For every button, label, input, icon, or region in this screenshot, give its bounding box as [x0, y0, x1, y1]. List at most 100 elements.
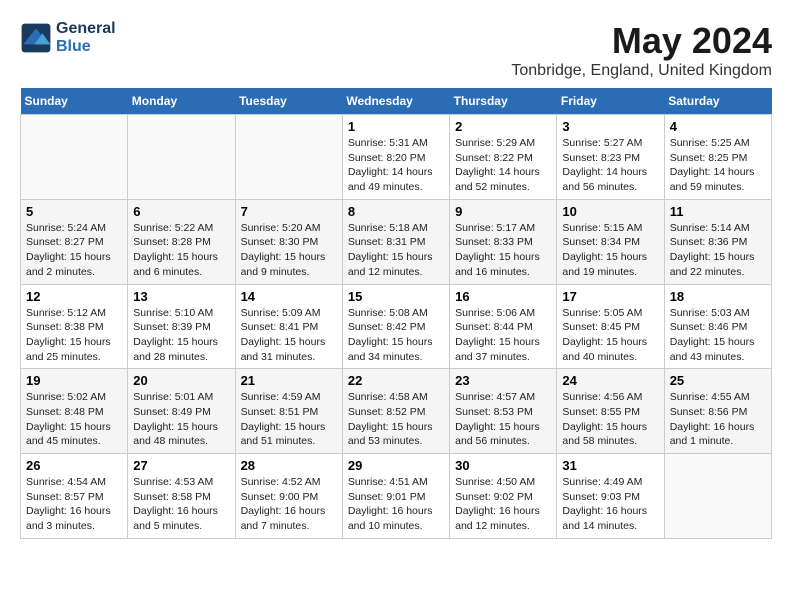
day-cell: 24Sunrise: 4:56 AM Sunset: 8:55 PM Dayli…	[557, 369, 664, 454]
day-number: 28	[241, 458, 337, 473]
day-info: Sunrise: 4:53 AM Sunset: 8:58 PM Dayligh…	[133, 475, 229, 534]
title-section: May 2024 Tonbridge, England, United King…	[511, 20, 772, 80]
day-cell: 1 Sunrise: 5:31 AM Sunset: 8:20 PM Daylig…	[342, 115, 449, 200]
week-row-2: 5Sunrise: 5:24 AM Sunset: 8:27 PM Daylig…	[21, 199, 772, 284]
day-cell: 22 Sunrise: 4:58 AM Sunset: 8:52 PM Dayli…	[342, 369, 449, 454]
day-number: 7	[241, 204, 337, 219]
day-cell: 4 Sunrise: 5:25 AM Sunset: 8:25 PM Daylig…	[664, 115, 771, 200]
day-info: Sunrise: 5:09 AM Sunset: 8:41 PM Dayligh…	[241, 306, 337, 365]
day-number: 25	[670, 373, 766, 388]
day-info: Sunrise: 5:31 AM Sunset: 8:20 PM Dayligh…	[348, 136, 444, 195]
day-cell: 7 Sunrise: 5:20 AM Sunset: 8:30 PM Daylig…	[235, 199, 342, 284]
logo-icon	[20, 22, 52, 54]
day-cell: 10 Sunrise: 5:15 AM Sunset: 8:34 PM Dayli…	[557, 199, 664, 284]
day-info: Sunrise: 4:56 AM Sunset: 8:55 PM Dayligh…	[562, 390, 658, 449]
day-info: Sunrise: 4:50 AM Sunset: 9:02 PM Dayligh…	[455, 475, 551, 534]
day-cell: 13 Sunrise: 5:10 AM Sunset: 8:39 PM Dayli…	[128, 284, 235, 369]
day-info: Sunrise: 4:49 AM Sunset: 9:03 PM Dayligh…	[562, 475, 658, 534]
week-row-5: 26Sunrise: 4:54 AM Sunset: 8:57 PM Dayli…	[21, 454, 772, 539]
day-number: 3	[562, 119, 658, 134]
calendar-table: SundayMondayTuesdayWednesdayThursdayFrid…	[20, 88, 772, 539]
day-info: Sunrise: 5:05 AM Sunset: 8:45 PM Dayligh…	[562, 306, 658, 365]
day-info: Sunrise: 4:52 AM Sunset: 9:00 PM Dayligh…	[241, 475, 337, 534]
day-cell: 30 Sunrise: 4:50 AM Sunset: 9:02 PM Dayli…	[450, 454, 557, 539]
day-info: Sunrise: 5:10 AM Sunset: 8:39 PM Dayligh…	[133, 306, 229, 365]
day-cell: 23Sunrise: 4:57 AM Sunset: 8:53 PM Dayli…	[450, 369, 557, 454]
day-cell: 27Sunrise: 4:53 AM Sunset: 8:58 PM Dayli…	[128, 454, 235, 539]
week-row-4: 19 Sunrise: 5:02 AM Sunset: 8:48 PM Dayli…	[21, 369, 772, 454]
day-info: Sunrise: 5:29 AM Sunset: 8:22 PM Dayligh…	[455, 136, 551, 195]
day-number: 9	[455, 204, 551, 219]
day-cell: 29 Sunrise: 4:51 AM Sunset: 9:01 PM Dayli…	[342, 454, 449, 539]
day-number: 6	[133, 204, 229, 219]
day-header-saturday: Saturday	[664, 88, 771, 115]
day-info: Sunrise: 5:25 AM Sunset: 8:25 PM Dayligh…	[670, 136, 766, 195]
day-number: 30	[455, 458, 551, 473]
day-cell: 25 Sunrise: 4:55 AM Sunset: 8:56 PM Dayli…	[664, 369, 771, 454]
day-info: Sunrise: 4:57 AM Sunset: 8:53 PM Dayligh…	[455, 390, 551, 449]
day-cell: 3 Sunrise: 5:27 AM Sunset: 8:23 PM Daylig…	[557, 115, 664, 200]
day-cell: 14 Sunrise: 5:09 AM Sunset: 8:41 PM Dayli…	[235, 284, 342, 369]
day-cell: 21Sunrise: 4:59 AM Sunset: 8:51 PM Dayli…	[235, 369, 342, 454]
day-cell: 6 Sunrise: 5:22 AM Sunset: 8:28 PM Daylig…	[128, 199, 235, 284]
day-cell	[235, 115, 342, 200]
day-info: Sunrise: 4:55 AM Sunset: 8:56 PM Dayligh…	[670, 390, 766, 449]
day-info: Sunrise: 5:17 AM Sunset: 8:33 PM Dayligh…	[455, 221, 551, 280]
day-header-monday: Monday	[128, 88, 235, 115]
day-info: Sunrise: 5:08 AM Sunset: 8:42 PM Dayligh…	[348, 306, 444, 365]
day-header-sunday: Sunday	[21, 88, 128, 115]
day-number: 10	[562, 204, 658, 219]
day-number: 29	[348, 458, 444, 473]
day-cell: 26Sunrise: 4:54 AM Sunset: 8:57 PM Dayli…	[21, 454, 128, 539]
day-cell: 19 Sunrise: 5:02 AM Sunset: 8:48 PM Dayli…	[21, 369, 128, 454]
day-cell: 20Sunrise: 5:01 AM Sunset: 8:49 PM Dayli…	[128, 369, 235, 454]
day-cell: 5Sunrise: 5:24 AM Sunset: 8:27 PM Daylig…	[21, 199, 128, 284]
day-cell: 12 Sunrise: 5:12 AM Sunset: 8:38 PM Dayli…	[21, 284, 128, 369]
day-info: Sunrise: 4:51 AM Sunset: 9:01 PM Dayligh…	[348, 475, 444, 534]
day-info: Sunrise: 5:24 AM Sunset: 8:27 PM Dayligh…	[26, 221, 122, 280]
day-info: Sunrise: 5:27 AM Sunset: 8:23 PM Dayligh…	[562, 136, 658, 195]
day-cell	[128, 115, 235, 200]
day-info: Sunrise: 5:22 AM Sunset: 8:28 PM Dayligh…	[133, 221, 229, 280]
day-number: 21	[241, 373, 337, 388]
day-number: 12	[26, 289, 122, 304]
day-number: 22	[348, 373, 444, 388]
logo-text: General Blue	[56, 20, 116, 56]
day-info: Sunrise: 5:15 AM Sunset: 8:34 PM Dayligh…	[562, 221, 658, 280]
day-cell: 17Sunrise: 5:05 AM Sunset: 8:45 PM Dayli…	[557, 284, 664, 369]
logo: General Blue	[20, 20, 116, 56]
day-number: 14	[241, 289, 337, 304]
day-number: 8	[348, 204, 444, 219]
day-header-tuesday: Tuesday	[235, 88, 342, 115]
day-info: Sunrise: 5:12 AM Sunset: 8:38 PM Dayligh…	[26, 306, 122, 365]
day-info: Sunrise: 5:14 AM Sunset: 8:36 PM Dayligh…	[670, 221, 766, 280]
main-title: May 2024	[511, 20, 772, 62]
day-cell: 28 Sunrise: 4:52 AM Sunset: 9:00 PM Dayli…	[235, 454, 342, 539]
day-number: 11	[670, 204, 766, 219]
day-header-wednesday: Wednesday	[342, 88, 449, 115]
day-number: 31	[562, 458, 658, 473]
day-cell: 8Sunrise: 5:18 AM Sunset: 8:31 PM Daylig…	[342, 199, 449, 284]
day-cell	[664, 454, 771, 539]
day-header-friday: Friday	[557, 88, 664, 115]
day-number: 19	[26, 373, 122, 388]
day-header-thursday: Thursday	[450, 88, 557, 115]
day-number: 26	[26, 458, 122, 473]
day-number: 1	[348, 119, 444, 134]
day-info: Sunrise: 5:06 AM Sunset: 8:44 PM Dayligh…	[455, 306, 551, 365]
day-number: 13	[133, 289, 229, 304]
day-cell: 15 Sunrise: 5:08 AM Sunset: 8:42 PM Dayli…	[342, 284, 449, 369]
day-info: Sunrise: 4:58 AM Sunset: 8:52 PM Dayligh…	[348, 390, 444, 449]
day-number: 16	[455, 289, 551, 304]
day-number: 4	[670, 119, 766, 134]
day-number: 15	[348, 289, 444, 304]
page-wrapper: General Blue May 2024 Tonbridge, England…	[20, 20, 772, 539]
week-row-3: 12 Sunrise: 5:12 AM Sunset: 8:38 PM Dayli…	[21, 284, 772, 369]
day-cell: 16 Sunrise: 5:06 AM Sunset: 8:44 PM Dayli…	[450, 284, 557, 369]
day-cell: 18Sunrise: 5:03 AM Sunset: 8:46 PM Dayli…	[664, 284, 771, 369]
day-info: Sunrise: 5:01 AM Sunset: 8:49 PM Dayligh…	[133, 390, 229, 449]
day-info: Sunrise: 5:02 AM Sunset: 8:48 PM Dayligh…	[26, 390, 122, 449]
day-info: Sunrise: 5:20 AM Sunset: 8:30 PM Dayligh…	[241, 221, 337, 280]
day-cell	[21, 115, 128, 200]
day-info: Sunrise: 5:03 AM Sunset: 8:46 PM Dayligh…	[670, 306, 766, 365]
